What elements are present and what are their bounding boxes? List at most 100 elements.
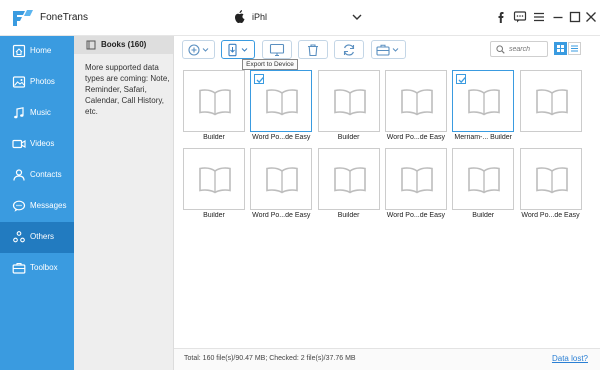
- photos-icon: [12, 76, 26, 88]
- sidebar-item-label: Contacts: [30, 170, 62, 179]
- category-note: More supported data types are coming: No…: [85, 63, 170, 116]
- search-icon: [496, 45, 505, 54]
- music-icon: [14, 107, 24, 119]
- book-item[interactable]: Builder: [183, 70, 245, 143]
- delete-button[interactable]: [298, 40, 328, 59]
- open-book-icon: [333, 167, 366, 194]
- sidebar-item-label: Messages: [30, 201, 67, 210]
- open-book-icon: [468, 89, 500, 116]
- open-book-icon: [401, 89, 433, 116]
- category-panel: Books (160) More supported data types ar…: [74, 36, 174, 370]
- book-item[interactable]: [519, 70, 582, 143]
- open-book-icon: [535, 167, 568, 194]
- open-book-icon: [266, 89, 299, 116]
- book-title: Builder: [203, 212, 225, 219]
- device-selector[interactable]: iPhl: [234, 10, 362, 26]
- book-thumbnail[interactable]: [317, 148, 380, 210]
- sidebar-item-contacts[interactable]: Contacts: [0, 160, 74, 191]
- open-book-icon: [535, 89, 568, 116]
- data-lost-link[interactable]: Data lost?: [552, 354, 588, 363]
- menu-icon[interactable]: [532, 10, 546, 24]
- book-thumbnail[interactable]: [452, 148, 515, 210]
- book-checkbox[interactable]: [254, 74, 265, 84]
- book-thumbnail[interactable]: [519, 70, 582, 132]
- book-item[interactable]: Word Po...de Easy: [250, 70, 313, 143]
- book-item[interactable]: Builder: [452, 148, 515, 221]
- sidebar-item-label: Videos: [30, 139, 55, 148]
- search-box[interactable]: [490, 41, 548, 57]
- messages-icon: [12, 200, 26, 212]
- computer-icon: [269, 43, 285, 56]
- book-item[interactable]: Merriam-... Builder: [452, 70, 515, 143]
- book-thumbnail[interactable]: [384, 148, 447, 210]
- toolbox-icon: [12, 262, 26, 274]
- device-name: iPhl: [252, 12, 268, 22]
- sidebar-item-label: Toolbox: [30, 263, 58, 272]
- open-book-icon: [199, 89, 231, 116]
- book-icon: [86, 40, 96, 50]
- sidebar-item-label: Music: [30, 108, 51, 117]
- book-thumbnail[interactable]: [317, 70, 380, 132]
- export-to-pc-button[interactable]: [262, 40, 292, 59]
- book-thumbnail[interactable]: [384, 70, 447, 132]
- book-title: Word Po...de Easy: [252, 212, 311, 219]
- book-item[interactable]: Builder: [317, 70, 380, 143]
- refresh-icon: [343, 43, 355, 56]
- book-title: Word Po...de Easy: [386, 212, 445, 219]
- book-item[interactable]: Word Po...de Easy: [519, 148, 582, 221]
- export-to-device-button[interactable]: [221, 40, 255, 59]
- category-books[interactable]: Books (160): [74, 36, 173, 54]
- list-view-button[interactable]: [568, 42, 581, 55]
- list-view-icon: [571, 45, 578, 52]
- sidebar-item-label: Photos: [30, 77, 55, 86]
- sidebar-item-photos[interactable]: Photos: [0, 67, 74, 98]
- open-book-icon: [333, 89, 366, 116]
- book-item[interactable]: Builder: [183, 148, 245, 221]
- book-thumbnail[interactable]: [183, 70, 245, 132]
- book-item[interactable]: Word Po...de Easy: [384, 148, 447, 221]
- book-title: Builder: [472, 212, 495, 219]
- search-input[interactable]: [509, 43, 547, 55]
- book-title: Word Po...de Easy: [386, 134, 445, 141]
- book-title: Builder: [337, 134, 360, 141]
- grid-view-icon: [557, 45, 564, 52]
- minimize-icon[interactable]: [551, 10, 565, 24]
- add-button[interactable]: [182, 40, 215, 59]
- sidebar-item-videos[interactable]: Videos: [0, 129, 74, 160]
- open-book-icon: [401, 167, 433, 194]
- refresh-button[interactable]: [334, 40, 364, 59]
- book-title: Merriam-... Builder: [454, 134, 512, 141]
- sidebar-item-others[interactable]: Others: [0, 222, 74, 253]
- book-thumbnail[interactable]: [519, 148, 582, 210]
- sidebar-item-music[interactable]: Music: [0, 98, 74, 129]
- status-summary: Total: 160 file(s)/90.47 MB; Checked: 2 …: [184, 355, 356, 362]
- open-book-icon: [199, 167, 231, 194]
- maximize-icon[interactable]: [568, 10, 582, 24]
- grid-view-button[interactable]: [554, 42, 567, 55]
- feedback-icon[interactable]: [513, 10, 527, 24]
- toolkit-button[interactable]: [371, 40, 406, 59]
- book-title: Builder: [337, 212, 360, 219]
- title-bar: FoneTrans iPhl: [0, 0, 600, 36]
- open-book-icon: [468, 167, 500, 194]
- trash-icon: [308, 43, 318, 56]
- facebook-icon[interactable]: [494, 10, 508, 24]
- toolbox-icon: [375, 44, 398, 56]
- book-thumbnail[interactable]: [452, 70, 515, 132]
- window-controls: [494, 10, 596, 26]
- book-checkbox[interactable]: [456, 74, 467, 84]
- open-book-icon: [266, 167, 299, 194]
- sidebar-item-toolbox[interactable]: Toolbox: [0, 253, 74, 284]
- category-label: Books (160): [101, 40, 147, 49]
- close-icon[interactable]: [584, 10, 598, 24]
- book-thumbnail[interactable]: [183, 148, 245, 210]
- book-item[interactable]: Word Po...de Easy: [250, 148, 313, 221]
- sidebar-item-messages[interactable]: Messages: [0, 191, 74, 222]
- book-item[interactable]: Builder: [317, 148, 380, 221]
- book-item[interactable]: Word Po...de Easy: [384, 70, 447, 143]
- status-bar: Total: 160 file(s)/90.47 MB; Checked: 2 …: [174, 348, 600, 370]
- book-thumbnail[interactable]: [250, 148, 313, 210]
- book-thumbnail[interactable]: [250, 70, 313, 132]
- sidebar-item-home[interactable]: Home: [0, 36, 74, 67]
- export-tooltip: Export to Device: [242, 59, 298, 70]
